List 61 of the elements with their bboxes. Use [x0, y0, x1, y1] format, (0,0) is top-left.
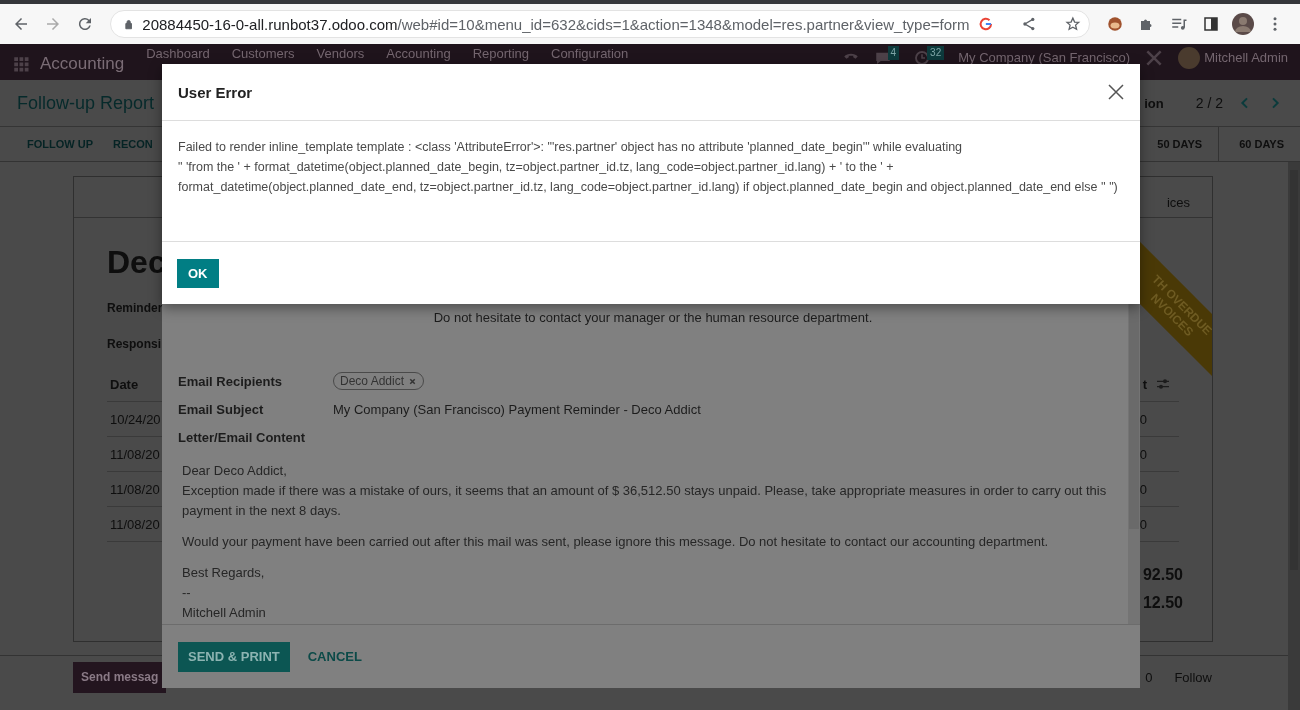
field-label: Responsi	[107, 337, 161, 351]
ok-button[interactable]: OK	[177, 258, 219, 288]
status-button[interactable]: RECON	[113, 138, 153, 150]
notebook-tab[interactable]: ices	[1166, 195, 1212, 217]
table-cell-text: 11/08/20	[109, 446, 160, 462]
cancel-button[interactable]: CANCEL	[301, 648, 368, 665]
google-icon[interactable]	[977, 15, 994, 33]
menu-item[interactable]: Reporting	[472, 47, 529, 61]
sidebar-icon[interactable]	[1202, 15, 1220, 33]
breadcrumb-title: Follow-up Report	[17, 92, 155, 114]
action-button[interactable]: ion	[1144, 95, 1164, 111]
avatar-icon[interactable]	[1231, 12, 1255, 36]
menu-item[interactable]: Accounting	[386, 47, 451, 61]
email-text: --	[182, 584, 192, 602]
email-text: Dear Deco Addict,	[182, 462, 288, 480]
table-cell-text: 11/08/20	[109, 516, 160, 532]
email-text: Would your payment have been carried out after this mail was sent, please ignore this message. Do not hesitate to contact our accounting department.	[182, 533, 1050, 551]
column-header: Date	[109, 376, 139, 392]
app-name[interactable]: Accounting	[40, 56, 125, 71]
table-cell-text: 0	[1139, 446, 1148, 462]
email-text: Best Regards,	[182, 564, 266, 582]
field-label: Email Subject	[178, 401, 265, 417]
scrollbar[interactable]	[1128, 304, 1140, 624]
total-amount: 92.50	[1142, 566, 1183, 584]
menu-item[interactable]: Configuration	[551, 47, 629, 61]
error-message: Failed to render inline_template template : <class 'AttributeError'>: "'res.partner' object has no attribute 'planned_date_begin'" while evaluating " 'from the ' + format_datetime(object.planned_date_begin, tz=object.partner_id.tz, lang_code=object.partner_id.lang) + ' to the ' + format_datetime(object.planned_date_end, tz=object.partner_id.tz, lang_code=object.partner_id.lang) if object.planned_date_begin and object.planned_date_end else '' ")	[162, 121, 1140, 242]
field-label: Letter/Email Content	[178, 429, 307, 445]
status-stage[interactable]: 60 DAYS	[1218, 127, 1300, 161]
table-cell-text: 0	[1139, 411, 1148, 427]
table-cell-text: 11/08/20	[109, 481, 160, 497]
address-bar[interactable]: 20884450-16-0-all.runbot37.odoo.com/web#id=10&menu_id=632&cids=1&action=1348&model=res.partner&view_type=form	[110, 10, 1090, 38]
follow-button[interactable]: Follow	[1174, 669, 1212, 685]
subject-field[interactable]: My Company (San Francisco) Payment Reminder - Deco Addict	[333, 401, 1128, 417]
count-badge: 32	[927, 46, 945, 60]
table-cell-text: 0	[1139, 516, 1148, 532]
partner-name: Dec	[107, 244, 166, 281]
status-button[interactable]: FOLLOW UP	[27, 138, 93, 150]
email-text: Mitchell Admin	[182, 604, 267, 622]
field-label: Email Recipients	[178, 373, 284, 389]
remove-icon[interactable]	[408, 376, 418, 386]
send-print-button[interactable]: SEND & PRINT	[178, 641, 290, 672]
pager-value: 2 / 2	[1195, 95, 1223, 111]
user-name[interactable]: Mitchell Admin	[1204, 51, 1288, 65]
menu-item[interactable]: Vendors	[316, 47, 365, 61]
star-icon[interactable]	[1065, 15, 1082, 33]
follower-count[interactable]: 0	[1145, 669, 1153, 685]
count-badge: 4	[887, 46, 900, 60]
reload-icon[interactable]	[76, 15, 94, 33]
email-text: Exception made if there was a mistake of ours, it seems that an amount of $ 36,512.50 stays unpaid. Please, take appropriate measures in order to carry out this payment in the next 8 days.	[182, 482, 1108, 520]
field-label: Reminder	[107, 301, 163, 315]
close-icon[interactable]	[1108, 84, 1124, 100]
menu-item[interactable]: Customers	[231, 47, 295, 61]
table-cell-text: 0	[1139, 481, 1148, 497]
send-message-button[interactable]: Send messag	[73, 661, 167, 693]
lock-icon	[123, 17, 135, 31]
table-cell-text: 10/24/20	[109, 411, 161, 427]
total-amount: 12.50	[1142, 594, 1183, 612]
column-header: t	[1142, 376, 1147, 392]
notice-text: Do not hesitate to contact your manager or the human resource department.	[432, 310, 874, 325]
menu-item[interactable]: Dashboard	[146, 47, 210, 61]
dialog-title: User Error	[178, 83, 253, 101]
